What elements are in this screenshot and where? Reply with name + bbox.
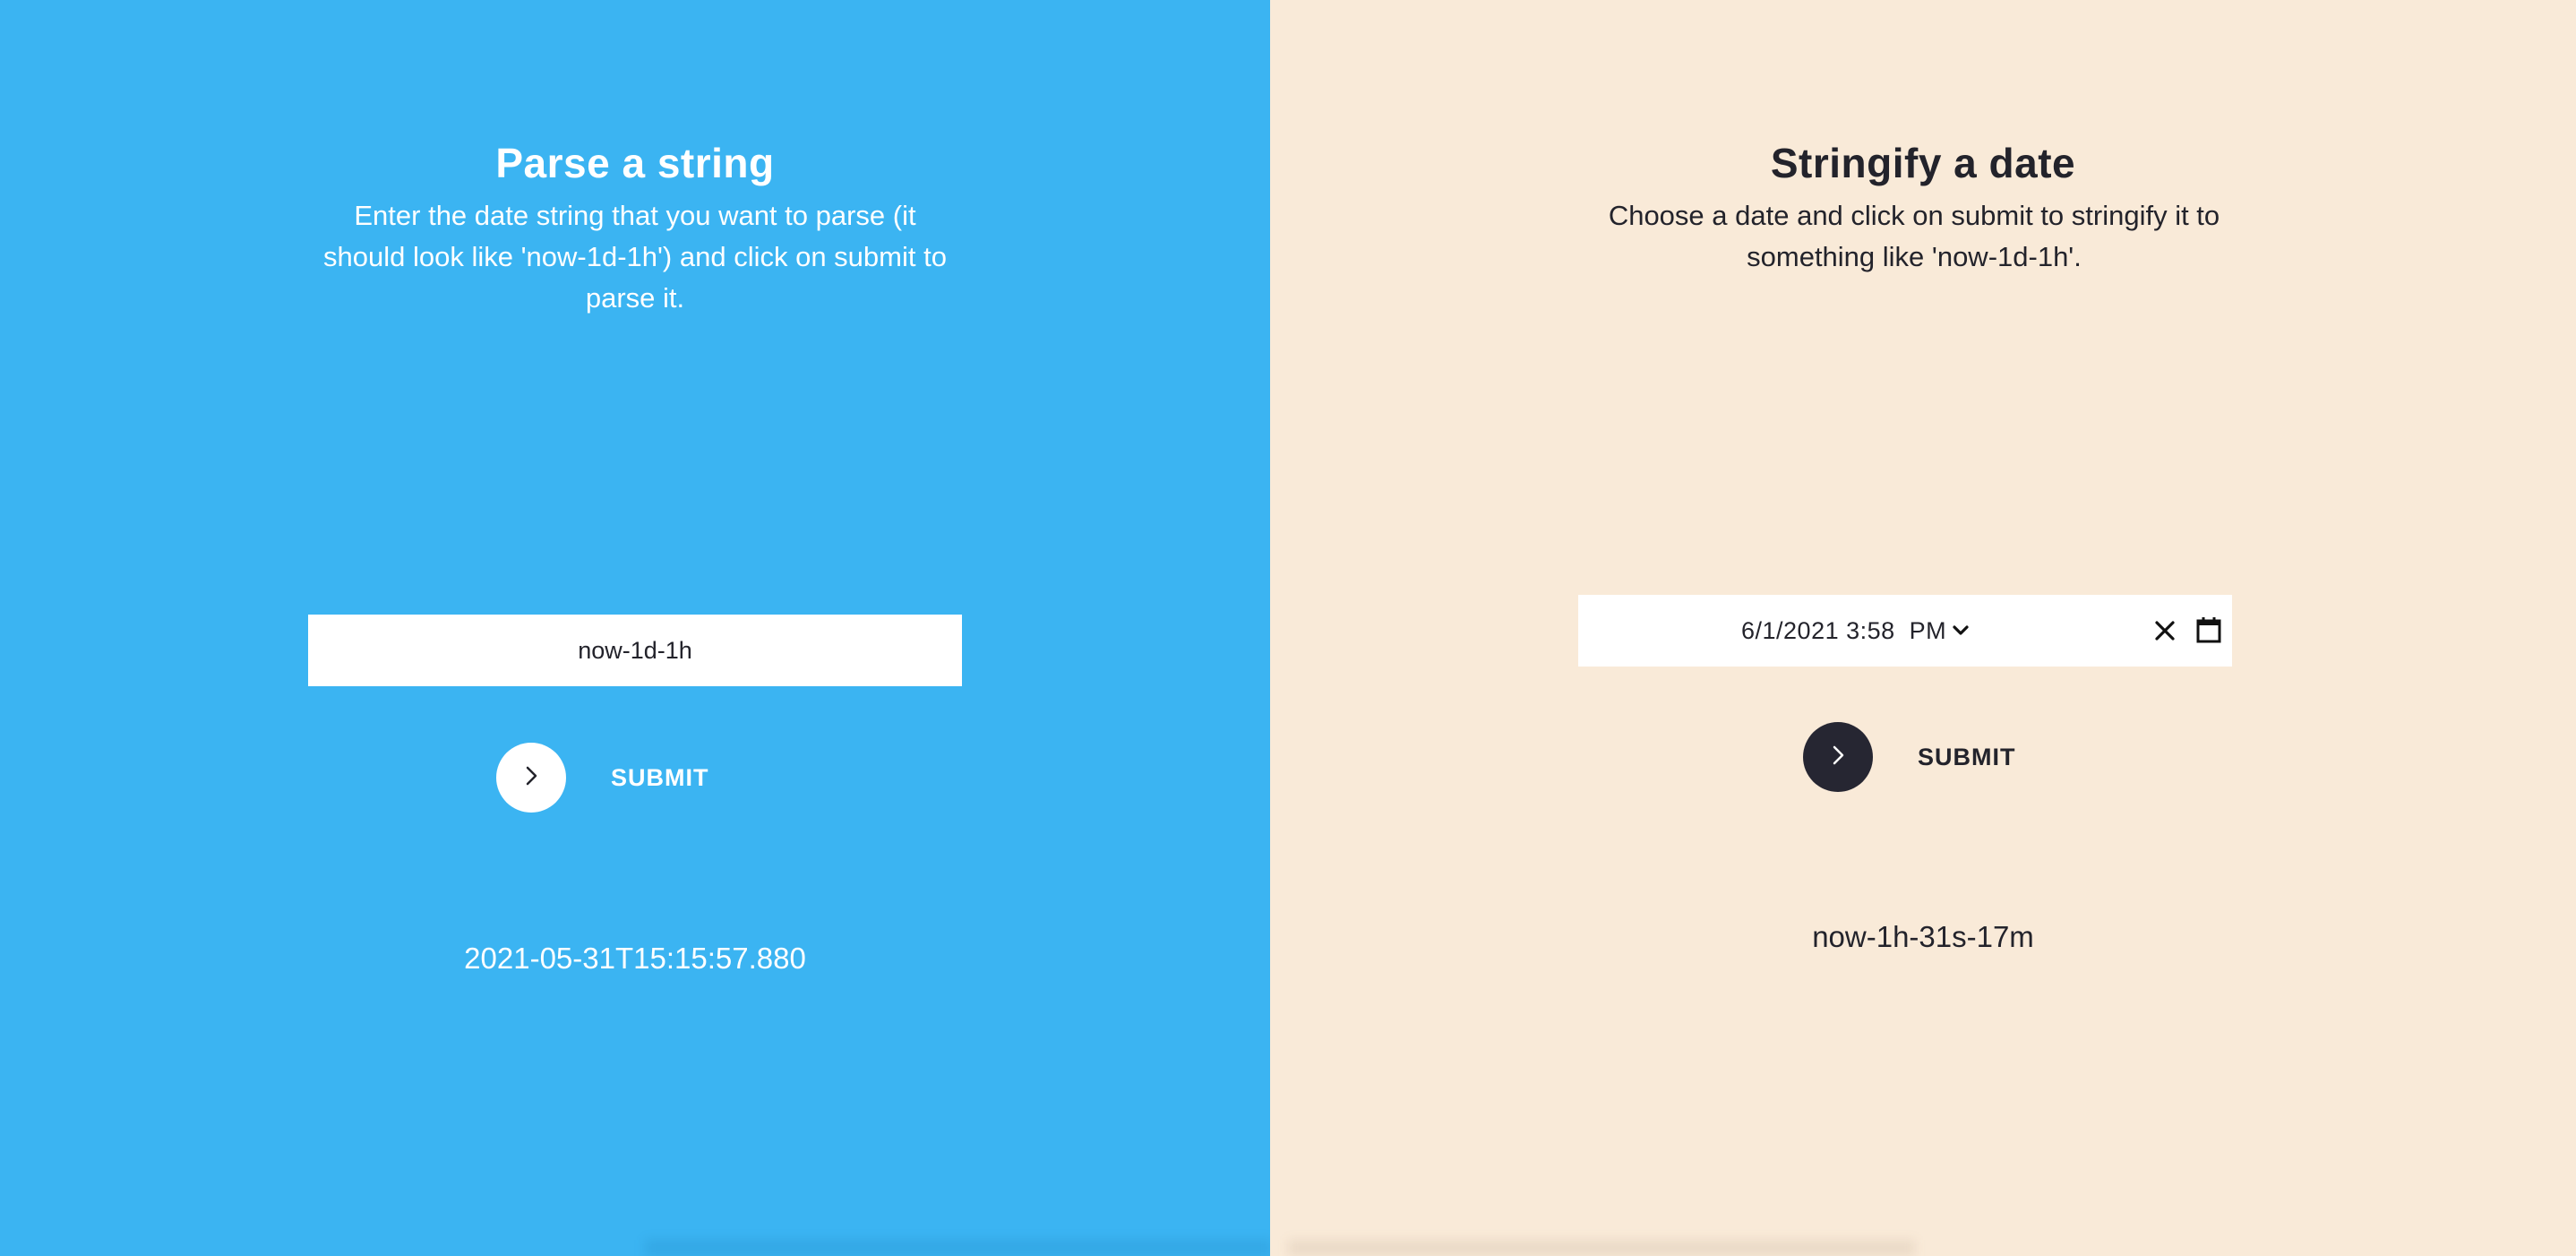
stringify-submit-circle[interactable] (1803, 722, 1873, 792)
parse-string-input[interactable] (308, 615, 962, 686)
parse-description: Enter the date string that you want to p… (323, 200, 947, 314)
page: Parse a string Enter the date string tha… (0, 0, 2576, 1256)
stringify-result: now-1h-31s-17m (1812, 920, 2034, 953)
stringify-submit-label[interactable]: SUBMIT (1918, 744, 2016, 771)
bottom-shadow (1288, 1240, 1915, 1256)
datetime-ampm[interactable]: PM (1910, 617, 1947, 645)
stringify-submit-button[interactable]: SUBMIT (1803, 722, 2016, 792)
parse-result: 2021-05-31T15:15:57.880 (464, 942, 806, 975)
parse-submit-button[interactable]: SUBMIT (496, 743, 709, 813)
calendar-icon[interactable] (2194, 615, 2223, 645)
parse-submit-label[interactable]: SUBMIT (611, 764, 709, 792)
chevron-right-icon (1828, 744, 1848, 771)
datetime-date-time[interactable]: 6/1/2021 3:58 (1741, 617, 1895, 645)
close-icon[interactable] (2153, 619, 2177, 642)
datetime-value[interactable]: 6/1/2021 3:58 PM (1741, 595, 1970, 667)
parse-submit-circle[interactable] (496, 743, 566, 813)
datetime-picker[interactable]: 6/1/2021 3:58 PM (1578, 595, 2232, 667)
parse-title: Parse a string (495, 140, 775, 186)
chevron-down-icon[interactable] (1952, 624, 1970, 637)
stringify-description: Choose a date and click on submit to str… (1608, 200, 2220, 272)
parse-panel: Parse a string Enter the date string tha… (0, 0, 1270, 1256)
bottom-shadow (645, 1240, 1270, 1256)
chevron-right-icon (521, 764, 541, 792)
stringify-title: Stringify a date (1770, 140, 2076, 186)
stringify-panel: Stringify a date Choose a date and click… (1270, 0, 2576, 1256)
